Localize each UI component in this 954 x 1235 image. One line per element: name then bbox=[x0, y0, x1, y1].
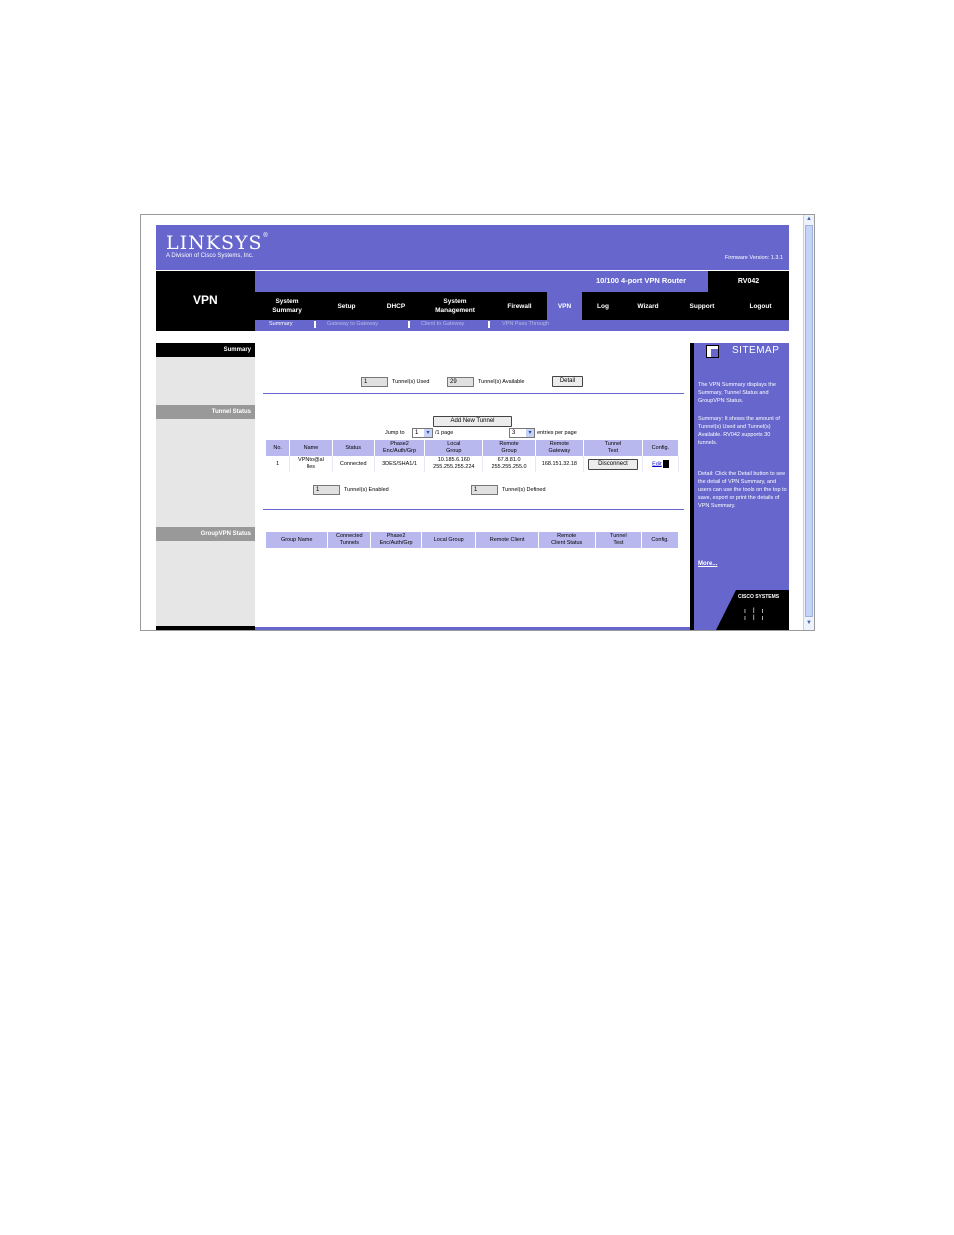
subtab-vpn-pass-through[interactable]: VPN Pass Through bbox=[502, 321, 549, 327]
model-name: RV042 bbox=[708, 271, 789, 292]
more-link[interactable]: More... bbox=[698, 561, 717, 567]
tab-support[interactable]: Support bbox=[672, 292, 732, 320]
scroll-thumb[interactable] bbox=[805, 225, 813, 617]
tab-log[interactable]: Log bbox=[582, 292, 624, 320]
tab-dhcp[interactable]: DHCP bbox=[374, 292, 418, 320]
col-no: No. bbox=[266, 440, 291, 456]
chevron-down-icon: ▾ bbox=[526, 429, 534, 437]
sitemap-help-intro: The VPN Summary displays the Summary, Tu… bbox=[698, 382, 776, 404]
col-connected-tunnels: Connected Tunnels bbox=[327, 532, 372, 548]
col-remote-client: Remote Client bbox=[475, 532, 539, 548]
tunnels-available-label: Tunnel(s) Available bbox=[478, 379, 525, 385]
col-phase2: Phase2 Enc/Auth/Grp bbox=[374, 440, 426, 456]
table-header-row: No. Name Status Phase2 Enc/Auth/Grp Loca… bbox=[266, 440, 680, 456]
tab-system-summary[interactable]: System Summary bbox=[255, 292, 319, 320]
tab-wizard[interactable]: Wizard bbox=[624, 292, 672, 320]
col-remote-group: Remote Group bbox=[482, 440, 536, 456]
groupvpn-table: Group Name Connected Tunnels Phase2 Enc/… bbox=[266, 532, 679, 548]
cisco-bars-icon: ılı ılı bbox=[744, 608, 771, 622]
tab-firewall[interactable]: Firewall bbox=[492, 292, 547, 320]
sitemap-help-detail: Detail: Click the Detail button to see t… bbox=[698, 471, 787, 509]
scroll-down-icon[interactable]: ▼ bbox=[805, 620, 813, 629]
add-new-tunnel-button[interactable]: Add New Tunnel bbox=[433, 416, 512, 427]
tab-logout[interactable]: Logout bbox=[732, 292, 789, 320]
subtab-gateway-to-gateway[interactable]: Gateway to Gateway bbox=[327, 321, 378, 327]
tunnels-enabled-label: Tunnel(s) Enabled bbox=[344, 487, 389, 493]
scroll-up-icon[interactable]: ▲ bbox=[805, 216, 813, 225]
linksys-logo: Linksys® bbox=[166, 232, 270, 254]
tunnels-used-label: Tunnel(s) Used bbox=[392, 379, 430, 385]
screenshot-frame: Linksys® A Division of Cisco Systems, In… bbox=[140, 214, 815, 631]
tab-vpn[interactable]: VPN bbox=[547, 292, 582, 320]
trash-icon[interactable] bbox=[662, 459, 669, 468]
entries-per-page-select[interactable]: 3 ▾ bbox=[509, 428, 535, 438]
left-column: Summary Tunnel Status GroupVPN Status bbox=[156, 343, 255, 630]
col-group-name: Group Name bbox=[266, 532, 329, 548]
subtab-client-to-gateway[interactable]: Client to Gateway bbox=[421, 321, 464, 327]
router-page: Linksys® A Division of Cisco Systems, In… bbox=[156, 225, 789, 630]
detail-button[interactable]: Detail bbox=[552, 376, 583, 387]
sitemap-help-summary: Summary: It shows the amount of Tunnel(s… bbox=[698, 416, 780, 446]
summary-heading: Summary bbox=[156, 343, 255, 357]
tunnels-defined-label: Tunnel(s) Defined bbox=[502, 487, 546, 493]
sitemap-title: SITEMAP bbox=[732, 345, 780, 356]
jump-to-label: Jump to bbox=[385, 430, 405, 436]
tunnels-enabled-field: 1 bbox=[313, 485, 340, 495]
entries-per-page-label: entries per page bbox=[537, 430, 577, 436]
tunnel-status-heading: Tunnel Status bbox=[156, 405, 255, 419]
sitemap-icon bbox=[706, 345, 719, 358]
vertical-scrollbar[interactable]: ▲ ▼ bbox=[803, 215, 814, 630]
header-banner: Linksys® A Division of Cisco Systems, In… bbox=[156, 225, 789, 270]
table-header-row: Group Name Connected Tunnels Phase2 Enc/… bbox=[266, 532, 679, 548]
col-remote-gateway: Remote Gateway bbox=[535, 440, 585, 456]
sitemap-panel: SITEMAP The VPN Summary displays the Sum… bbox=[690, 343, 789, 630]
edit-link[interactable]: Edit bbox=[652, 461, 661, 467]
firmware-version: Firmware Version: 1.3.1 bbox=[724, 255, 783, 261]
col-phase2: Phase2 Enc/Auth/Grp bbox=[370, 532, 422, 548]
product-name: 10/100 4-port VPN Router bbox=[596, 276, 687, 285]
chevron-down-icon: ▾ bbox=[424, 429, 432, 437]
tunnel-table: No. Name Status Phase2 Enc/Auth/Grp Loca… bbox=[266, 440, 680, 472]
col-tunnel-test: Tunnel Test bbox=[595, 532, 643, 548]
groupvpn-status-heading: GroupVPN Status bbox=[156, 527, 255, 541]
tab-setup[interactable]: Setup bbox=[319, 292, 374, 320]
subtab-summary[interactable]: Summary bbox=[269, 321, 293, 327]
sub-nav: Summary Gateway to Gateway Client to Gat… bbox=[255, 320, 789, 331]
disconnect-button[interactable]: Disconnect bbox=[587, 458, 638, 470]
tunnels-available-field: 29 bbox=[447, 377, 474, 387]
col-name: Name bbox=[289, 440, 333, 456]
section-title: VPN bbox=[193, 293, 218, 307]
tunnels-used-field: 1 bbox=[361, 377, 388, 387]
col-config: Config. bbox=[642, 440, 680, 456]
cisco-logo: Cisco Systems ılı ılı bbox=[716, 590, 789, 630]
col-local-group: Local Group bbox=[421, 532, 477, 548]
tab-system-management[interactable]: System Management bbox=[418, 292, 492, 320]
col-local-group: Local Group bbox=[424, 440, 484, 456]
main-nav: System Summary Setup DHCP System Managem… bbox=[255, 292, 789, 320]
col-config: Config. bbox=[641, 532, 679, 548]
jump-to-select[interactable]: 1 ▾ bbox=[412, 428, 433, 438]
status-value: Connected bbox=[332, 456, 375, 472]
main-content: 1 Tunnel(s) Used 29 Tunnel(s) Available … bbox=[255, 331, 690, 630]
tunnels-defined-field: 1 bbox=[471, 485, 498, 495]
logo-subtitle: A Division of Cisco Systems, Inc. bbox=[166, 253, 254, 259]
page-count-label: /1 page bbox=[435, 430, 454, 436]
col-remote-client-status: Remote Client Status bbox=[538, 532, 596, 548]
sitemap-header: SITEMAP bbox=[696, 343, 789, 359]
col-status: Status bbox=[332, 440, 375, 456]
product-bar: 10/100 4-port VPN Router RV042 bbox=[255, 271, 789, 292]
col-tunnel-test: Tunnel Test bbox=[583, 440, 643, 456]
table-row: 1 VPNto@al lles Connected 3DES/SHA1/1 10… bbox=[266, 456, 680, 472]
section-title-box: VPN bbox=[156, 271, 255, 331]
